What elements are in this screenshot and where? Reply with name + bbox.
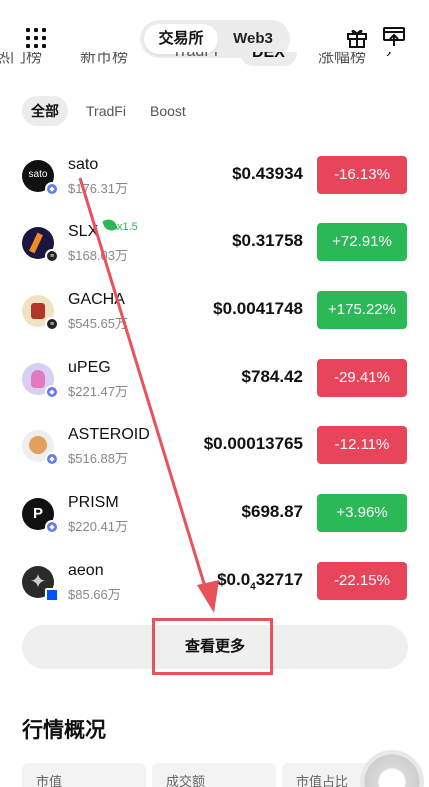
token-volume: $220.41万	[68, 519, 128, 534]
apps-grid-icon[interactable]	[26, 28, 46, 48]
token-name: PRISM	[68, 494, 119, 511]
tab-gainers[interactable]: 涨幅榜	[318, 52, 366, 67]
boost-tag: x1.5	[102, 217, 138, 233]
change-badge[interactable]: -29.41%	[317, 359, 407, 397]
list-item[interactable]: ≡ GACHA $545.65万 $0.0041748 +175.22%	[0, 287, 429, 347]
aeon-logo-icon: ✦	[22, 566, 59, 602]
ethereum-chain-icon: ◆	[45, 385, 59, 399]
change-badge[interactable]: +3.96%	[317, 494, 407, 532]
upeg-logo-icon: ◆	[22, 363, 59, 399]
tab-hot[interactable]: 热门榜	[0, 52, 42, 67]
gacha-logo-icon: ≡	[22, 295, 59, 331]
base-chain-icon	[45, 588, 59, 602]
tab-new[interactable]: 新币榜	[80, 52, 128, 67]
token-volume: $168.03万	[68, 248, 128, 263]
bnb-chain-icon: ≡	[45, 317, 59, 331]
asteroid-logo-icon: ◆	[22, 430, 59, 466]
change-badge[interactable]: +175.22%	[317, 291, 407, 329]
chevron-right-icon[interactable]: ›	[386, 52, 391, 62]
token-name: aeon	[68, 562, 104, 579]
filter-boost[interactable]: Boost	[150, 96, 186, 126]
token-volume: $221.47万	[68, 384, 128, 399]
token-price: $0.00013765	[203, 434, 303, 453]
market-overview-title: 行情概况	[22, 719, 106, 742]
bnb-chain-icon: ≡	[45, 249, 59, 263]
token-price: $784.42	[241, 367, 303, 386]
filter-tradfi[interactable]: TradFi	[86, 96, 126, 126]
tab-tradfi[interactable]: TradFi	[172, 52, 218, 61]
token-name: ASTEROID	[68, 426, 150, 443]
token-name: GACHA	[68, 291, 125, 308]
token-volume: $176.31万	[68, 181, 128, 196]
token-price: $0.0041748	[213, 299, 303, 318]
ethereum-chain-icon: ◆	[45, 452, 59, 466]
token-price: $0.31758	[232, 231, 303, 250]
sato-logo-icon: sato ◆	[22, 160, 59, 196]
list-item[interactable]: ◆ ASTEROID $516.88万 $0.00013765 -12.11%	[0, 422, 429, 482]
token-volume: $516.88万	[68, 451, 128, 466]
gift-icon[interactable]	[346, 26, 368, 48]
filter-all[interactable]: 全部	[22, 96, 68, 126]
tab-volume[interactable]: 成交额	[152, 763, 276, 787]
change-badge[interactable]: -12.11%	[317, 426, 407, 464]
token-volume: $545.65万	[68, 316, 128, 331]
token-name: sato	[68, 156, 99, 173]
token-price: $698.87	[241, 502, 303, 521]
change-badge[interactable]: +72.91%	[317, 223, 407, 261]
list-item[interactable]: P ◆ PRISM $220.41万 $698.87 +3.96%	[0, 490, 429, 550]
token-name: uPEG	[68, 359, 111, 376]
upload-tray-icon[interactable]	[382, 26, 406, 48]
category-tabs: 热门榜 新币榜 TradFi DEX 涨幅榜 ›	[0, 52, 429, 74]
list-item[interactable]: ✦ aeon $85.66万 $0.0432717 -22.15%	[0, 558, 429, 618]
mode-exchange-tab[interactable]: 交易所	[144, 24, 218, 54]
token-price: $0.0432717	[217, 570, 303, 593]
change-badge[interactable]: -16.13%	[317, 156, 407, 194]
token-name: SLX	[68, 223, 99, 240]
list-item[interactable]: ≡ SLX x1.5 $168.03万 $0.31758 +72.91%	[0, 217, 429, 279]
tab-market-cap[interactable]: 市值	[22, 763, 146, 787]
token-price: $0.43934	[232, 164, 303, 183]
tab-dex[interactable]: DEX	[240, 52, 297, 66]
boost-leaf-icon	[102, 217, 118, 233]
annotation-highlight-box	[152, 618, 273, 675]
slx-logo-icon: ≡	[22, 227, 59, 263]
ethereum-chain-icon: ◆	[45, 520, 59, 534]
floating-assistant-button[interactable]	[360, 750, 424, 787]
token-volume: $85.66万	[68, 587, 121, 602]
top-bar: 交易所 Web3	[0, 0, 429, 58]
list-item[interactable]: sato ◆ sato $176.31万 $0.43934 -16.13%	[0, 152, 429, 212]
prism-logo-icon: P ◆	[22, 498, 59, 534]
change-badge[interactable]: -22.15%	[317, 562, 407, 600]
list-item[interactable]: ◆ uPEG $221.47万 $784.42 -29.41%	[0, 355, 429, 415]
ethereum-chain-icon: ◆	[45, 182, 59, 196]
mode-web3-tab[interactable]: Web3	[220, 24, 286, 54]
